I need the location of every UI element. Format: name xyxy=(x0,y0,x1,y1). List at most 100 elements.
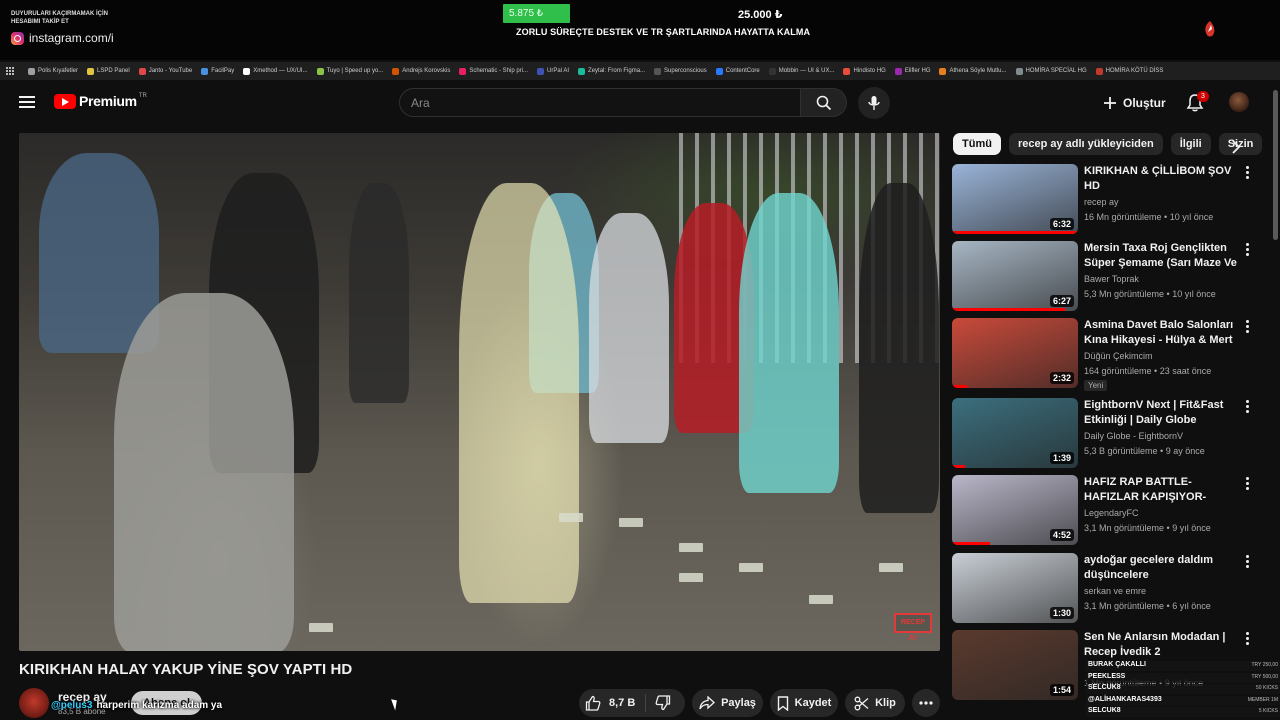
more-vertical-icon[interactable] xyxy=(1244,555,1250,569)
recommendation-meta: 5,3 Mn görüntüleme • 10 yıl önce xyxy=(1084,289,1216,299)
recommendation-channel[interactable]: Daily Globe - EightbornV xyxy=(1084,431,1183,441)
bookmark-item[interactable]: Zeytal: From Figma... xyxy=(578,67,645,75)
more-vertical-icon[interactable] xyxy=(1244,632,1250,646)
video-title: KIRIKHAN HALAY YAKUP YİNE ŞOV YAPTI HD xyxy=(19,661,353,678)
donation-amount: TRY 250,00 xyxy=(1251,662,1278,668)
bookmark-item[interactable]: Mobbin — UI & UX... xyxy=(768,67,835,75)
watch-progress-bar xyxy=(952,231,1078,234)
channel-avatar[interactable] xyxy=(19,688,49,718)
bookmark-item[interactable]: Xmethod — UX/UI... xyxy=(243,67,308,75)
watch-progress-bar xyxy=(952,385,968,388)
video-player[interactable]: RECEP AY xyxy=(19,133,940,651)
clip-button[interactable]: Klip xyxy=(845,689,905,717)
more-actions-button[interactable] xyxy=(912,689,940,717)
chip-related[interactable]: İlgili xyxy=(1170,133,1211,155)
account-avatar[interactable] xyxy=(1229,92,1249,112)
bookmark-favicon-icon xyxy=(87,67,95,75)
recommendation-item[interactable]: 1:39 EightbornV Next | Fit&Fast Etkinliği… xyxy=(952,398,1262,470)
recommendation-channel[interactable]: Düğün Çekimcim xyxy=(1084,351,1153,361)
bookmark-item[interactable]: HOMİRA SPECİAL HG xyxy=(1015,67,1087,75)
video-thumbnail[interactable]: 4:52 xyxy=(952,475,1078,545)
recommendation-channel[interactable]: Bawer Toprak xyxy=(1084,274,1139,284)
recommendation-title[interactable]: Asmina Davet Balo Salonları Kına Hikayes… xyxy=(1084,318,1238,348)
bookmark-item[interactable]: Janto - YouTube xyxy=(138,67,192,75)
bookmark-item[interactable]: Schematic - Ship pri... xyxy=(459,67,528,75)
search-button[interactable] xyxy=(800,88,847,117)
like-button[interactable]: 8,7 B xyxy=(579,694,647,712)
recommendation-title[interactable]: KIRIKHAN & ÇİLLİBOM ŞOV HD xyxy=(1084,164,1238,194)
microphone-icon xyxy=(868,96,880,110)
overlay-small-line-1: DUYURULARI KAÇIRMAMAK İÇİN xyxy=(11,11,108,17)
bookmark-label: Mobbin — UI & UX... xyxy=(778,68,835,74)
more-vertical-icon[interactable] xyxy=(1244,320,1250,334)
logo-text: Premium xyxy=(79,93,137,109)
video-scene-banknote xyxy=(879,563,903,572)
save-button[interactable]: Kaydet xyxy=(770,689,838,717)
video-thumbnail[interactable]: 2:32 xyxy=(952,318,1078,388)
recommendation-channel[interactable]: recep ay xyxy=(1084,197,1119,207)
video-thumbnail[interactable]: 6:32 xyxy=(952,164,1078,234)
donation-name: SELCUK8 xyxy=(1088,707,1121,714)
dislike-button[interactable] xyxy=(646,695,671,711)
recommendation-item[interactable]: 6:32 KIRIKHAN & ÇİLLİBOM ŞOV HD recep ay 16… xyxy=(952,164,1262,236)
chevron-right-icon[interactable] xyxy=(1226,137,1246,157)
search-input[interactable] xyxy=(411,95,800,110)
video-thumbnail[interactable]: 1:54 xyxy=(952,630,1078,700)
bookmark-favicon-icon xyxy=(392,67,400,75)
more-vertical-icon[interactable] xyxy=(1244,400,1250,414)
more-vertical-icon[interactable] xyxy=(1244,166,1250,180)
video-thumbnail[interactable]: 1:30 xyxy=(952,553,1078,623)
filter-chips: Tümü recep ay adlı yükleyiciden İlgili S… xyxy=(953,133,1263,157)
video-thumbnail[interactable]: 1:39 xyxy=(952,398,1078,468)
bookmark-favicon-icon xyxy=(459,67,467,75)
recommendation-channel[interactable]: LegendaryFC xyxy=(1084,508,1139,518)
recommendation-title[interactable]: aydoğar gecelere daldım düşüncelere xyxy=(1084,553,1238,583)
bookmark-item[interactable]: Athena Söyle Mutlu... xyxy=(939,67,1007,75)
recommendation-item[interactable]: 2:32 Asmina Davet Balo Salonları Kına Hik… xyxy=(952,318,1262,391)
apps-grid-icon[interactable] xyxy=(6,66,15,76)
youtube-premium-logo[interactable]: Premium TR xyxy=(54,93,147,109)
bookmark-favicon-icon xyxy=(843,67,851,75)
bookmark-item[interactable]: LSPD Panel xyxy=(87,67,130,75)
bookmark-item[interactable]: UrPal AI xyxy=(537,67,570,75)
recommendation-title[interactable]: HAFIZ RAP BATTLE-HAFIZLAR KAPIŞIYOR-HAFI… xyxy=(1084,475,1238,505)
more-vertical-icon[interactable] xyxy=(1244,243,1250,257)
donation-goal-caption: ZORLU SÜREÇTE DESTEK VE TR ŞARTLARINDA H… xyxy=(516,27,811,37)
share-button[interactable]: Paylaş xyxy=(692,689,763,717)
chip-all[interactable]: Tümü xyxy=(953,133,1001,155)
recommendation-title[interactable]: Sen Ne Anlarsın Modadan | Recep İvedik 2 xyxy=(1084,630,1238,660)
video-duration: 1:39 xyxy=(1049,452,1074,464)
donation-name: @ALİHANKARAS4393 xyxy=(1088,695,1162,703)
chip-from-uploader[interactable]: recep ay adlı yükleyiciden xyxy=(1008,133,1163,155)
recommendation-title[interactable]: EightbornV Next | Fit&Fast Etkinliği | D… xyxy=(1084,398,1238,428)
video-scene-banknote xyxy=(559,513,583,522)
recommendation-item[interactable]: 6:27 Mersin Taxa Roj Gençlikten Süper Şem… xyxy=(952,241,1262,313)
bookmark-item[interactable]: Polis Kıyafetler xyxy=(28,67,78,75)
bookmark-item[interactable]: ContentCore xyxy=(715,67,760,75)
video-duration: 6:27 xyxy=(1049,295,1074,307)
bookmark-item[interactable]: Andrejs Korovskis xyxy=(392,67,450,75)
bookmark-item[interactable]: Elifler HG xyxy=(894,67,930,75)
more-vertical-icon[interactable] xyxy=(1244,477,1250,491)
create-button[interactable]: Oluştur xyxy=(1103,91,1166,115)
page-scrollbar[interactable] xyxy=(1273,90,1278,240)
clip-label: Klip xyxy=(875,697,896,709)
voice-search-button[interactable] xyxy=(858,87,890,119)
bookmark-item[interactable]: Hindisto HG xyxy=(843,67,886,75)
search-icon xyxy=(816,95,831,110)
bookmark-favicon-icon xyxy=(654,67,662,75)
recommendation-meta: 164 görüntüleme • 23 saat önce xyxy=(1084,366,1212,376)
recommendation-channel[interactable]: serkan ve emre xyxy=(1084,586,1146,596)
donation-row: SELCUK8 5 KICKS xyxy=(1086,707,1280,717)
donation-name: BURAK ÇAKALLI xyxy=(1088,661,1146,668)
recommendation-item[interactable]: 4:52 HAFIZ RAP BATTLE-HAFIZLAR KAPIŞIYOR-… xyxy=(952,475,1262,547)
bookmark-item[interactable]: Tuyo | Speed up yo... xyxy=(316,67,383,75)
recommendation-title[interactable]: Mersin Taxa Roj Gençlikten Süper Şemame … xyxy=(1084,241,1238,271)
bookmark-item[interactable]: HOMİRA KÖTÜ DİSS xyxy=(1095,67,1163,75)
bookmark-item[interactable]: FacilPay xyxy=(201,67,234,75)
menu-icon[interactable] xyxy=(19,96,35,108)
bookmark-label: UrPal AI xyxy=(547,68,570,74)
video-thumbnail[interactable]: 6:27 xyxy=(952,241,1078,311)
recommendation-item[interactable]: 1:30 aydoğar gecelere daldım düşüncelere s… xyxy=(952,553,1262,625)
bookmark-item[interactable]: Superconscious xyxy=(654,67,707,75)
